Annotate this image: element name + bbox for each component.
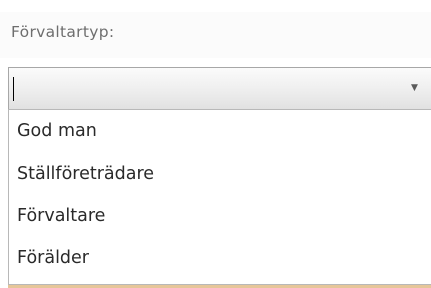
option-foralder[interactable]: Förälder	[17, 248, 89, 268]
option-god-man[interactable]: God man	[17, 121, 97, 141]
forvaltartyp-label: Förvaltartyp:	[11, 23, 115, 41]
option-forvaltare[interactable]: Förvaltare	[17, 206, 105, 226]
text-cursor	[13, 77, 14, 101]
forvaltartyp-select[interactable]	[8, 67, 431, 110]
field-label-row: Förvaltartyp:	[0, 12, 431, 58]
dropdown-arrow-icon[interactable]: ▼	[411, 83, 418, 93]
option-stallforetradare[interactable]: Ställföreträdare	[17, 164, 154, 184]
dropdown-options-list: God man Ställföreträdare Förvaltare Förä…	[8, 109, 431, 285]
